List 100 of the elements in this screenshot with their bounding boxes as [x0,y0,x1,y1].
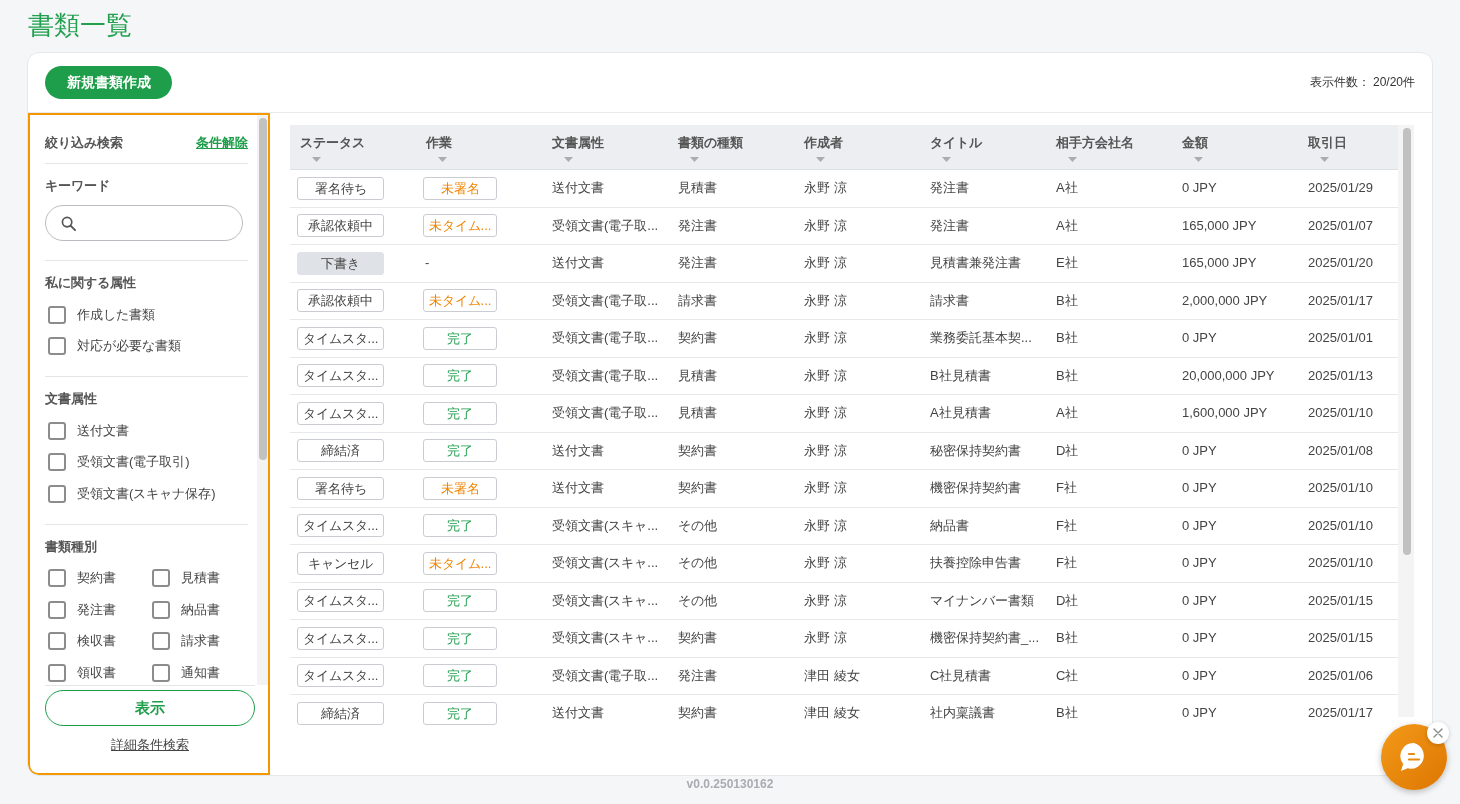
status-badge: 承認依頼中 [297,214,384,238]
checkbox-label[interactable]: 作成した書類 [77,305,155,324]
creator-name: 永野 涼 [804,591,847,610]
checkbox-label[interactable]: 領収書 [77,663,116,682]
task-badge: 未署名 [423,476,497,500]
sort-caret-icon [1194,157,1203,162]
clear-filters-link[interactable]: 条件解除 [196,134,248,152]
partner-company: A社 [1056,404,1078,423]
task-badge: 未署名 [423,176,497,200]
task-badge: 完了 [423,589,497,613]
column-header[interactable]: 相手方会社名 [1056,134,1134,162]
status-badge: タイムスタ... [297,589,384,613]
creator-name: 永野 涼 [804,404,847,423]
column-header[interactable]: 金額 [1182,134,1208,162]
checkbox[interactable] [48,337,66,356]
checkbox[interactable] [48,663,66,682]
status-badge: タイムスタ... [297,664,384,688]
checkbox-label[interactable]: 請求書 [181,632,220,651]
amount: 165,000 JPY [1182,254,1257,273]
document-title: 秘密保持契約書 [930,441,1021,460]
document-title: B社見積書 [930,366,991,385]
task-badge: 完了 [423,439,497,463]
column-header[interactable]: 文書属性 [552,134,604,162]
partner-company: D社 [1056,591,1079,610]
transaction-date: 2025/01/10 [1308,516,1374,535]
checkbox-label[interactable]: 送付文書 [77,421,129,440]
creator-name: 永野 涼 [804,329,847,348]
task-badge: 完了 [423,514,497,538]
partner-company: F社 [1056,516,1077,535]
amount: 0 JPY [1182,479,1217,498]
transaction-date: 2025/01/29 [1308,179,1374,198]
document-type: 発注書 [678,216,717,235]
scrollbar-thumb[interactable] [259,118,267,460]
document-title: 発注書 [930,179,969,198]
checkbox[interactable] [48,569,66,588]
status-badge: 署名待ち [297,176,384,200]
document-title: 業務委託基本契... [930,329,1032,348]
document-attribute: 受領文書(電子取... [552,366,659,385]
scrollbar-thumb[interactable] [1403,128,1411,555]
creator-name: 永野 涼 [804,516,847,535]
task-badge: 完了 [423,701,497,725]
status-badge: タイムスタ... [297,626,384,650]
checkbox-label[interactable]: 検収書 [77,632,116,651]
checkbox[interactable] [48,421,66,440]
checkbox-label[interactable]: 対応が必要な書類 [77,337,181,356]
transaction-date: 2025/01/17 [1308,704,1374,723]
checkbox[interactable] [48,305,66,324]
sort-caret-icon [564,157,573,162]
advanced-search-link[interactable]: 詳細条件検索 [111,736,189,754]
sort-caret-icon [438,157,447,162]
task-badge: 未タイム... [423,551,497,575]
checkbox[interactable] [152,663,170,682]
section-heading: 書類種別 [45,537,97,556]
creator-name: 永野 涼 [804,554,847,573]
checkbox[interactable] [152,600,170,619]
checkbox[interactable] [48,453,66,472]
transaction-date: 2025/01/10 [1308,404,1374,423]
column-header[interactable]: 書類の種類 [678,134,743,162]
amount: 0 JPY [1182,441,1217,460]
status-badge: 締結済 [297,439,384,463]
checkbox-label[interactable]: 見積書 [181,569,220,588]
sort-caret-icon [312,157,321,162]
status-badge: タイムスタ... [297,364,384,388]
creator-name: 永野 涼 [804,366,847,385]
checkbox[interactable] [48,600,66,619]
transaction-date: 2025/01/17 [1308,291,1374,310]
column-header[interactable]: 取引日 [1308,134,1347,162]
amount: 0 JPY [1182,629,1217,648]
amount: 0 JPY [1182,591,1217,610]
transaction-date: 2025/01/10 [1308,479,1374,498]
transaction-date: 2025/01/10 [1308,554,1374,573]
checkbox[interactable] [48,632,66,651]
document-attribute: 受領文書(スキャ... [552,629,659,648]
checkbox[interactable] [48,484,66,503]
checkbox-label[interactable]: 契約書 [77,569,116,588]
column-header[interactable]: ステータス [300,134,365,162]
checkbox-label[interactable]: 発注書 [77,600,116,619]
document-attribute: 受領文書(電子取... [552,291,659,310]
checkbox-label[interactable]: 受領文書(電子取引) [77,453,190,472]
checkbox[interactable] [152,569,170,588]
column-header[interactable]: タイトル [930,134,982,162]
checkbox[interactable] [152,632,170,651]
document-attribute: 受領文書(電子取... [552,666,659,685]
document-title: 社内稟議書 [930,704,995,723]
document-title: マイナンバー書類 [930,591,1034,610]
checkbox-label[interactable]: 通知書 [181,663,220,682]
document-title: 発注書 [930,216,969,235]
checkbox-label[interactable]: 受領文書(スキャナ保存) [77,484,216,503]
document-type: 請求書 [678,291,717,310]
column-header[interactable]: 作業 [426,134,452,162]
document-type: その他 [678,591,717,610]
transaction-date: 2025/01/08 [1308,441,1374,460]
close-button[interactable] [1427,722,1449,744]
partner-company: D社 [1056,441,1079,460]
sort-caret-icon [690,157,699,162]
partner-company: B社 [1056,291,1078,310]
page-title: 書類一覧 [27,9,132,42]
document-attribute: 受領文書(スキャ... [552,591,659,610]
column-header[interactable]: 作成者 [804,134,843,162]
checkbox-label[interactable]: 納品書 [181,600,220,619]
